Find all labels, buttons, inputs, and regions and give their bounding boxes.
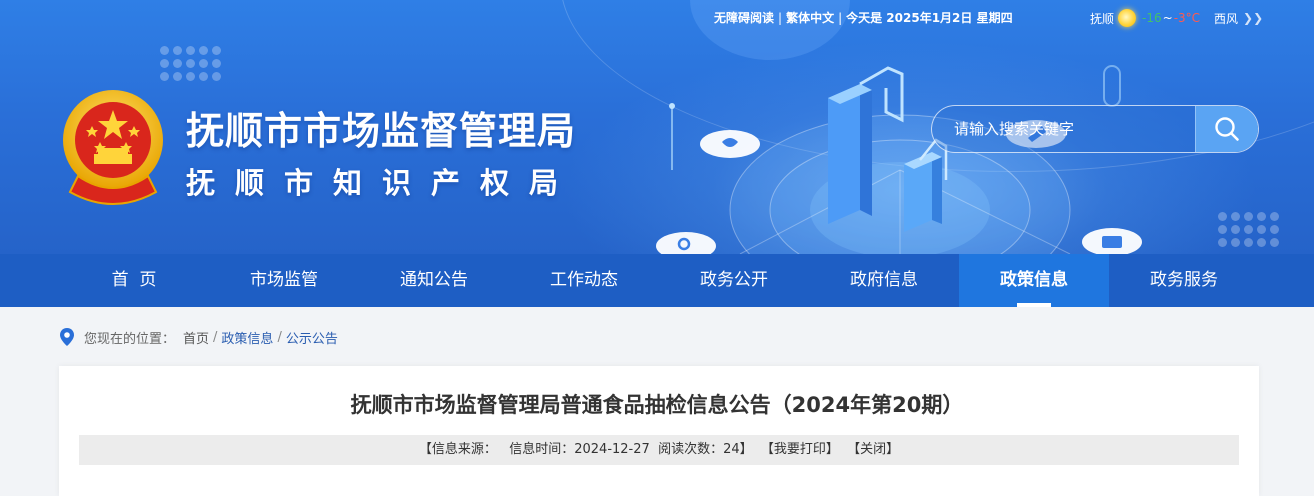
decorative-dots [1218,212,1279,247]
search-input[interactable] [932,106,1195,152]
nav-item-government-services[interactable]: 政务服务 [1109,254,1259,307]
main-nav: 首 页 市场监管 通知公告 工作动态 政务公开 政府信息 政策信息 政务服务 [0,254,1314,307]
breadcrumb-public-notice[interactable]: 公示公告 [286,328,338,347]
chevron-right-icon: ❯❯ [1243,11,1264,25]
temp-separator: ~ [1162,11,1173,25]
article-card [59,366,1259,496]
sun-icon [1118,9,1137,27]
breadcrumb-home[interactable]: 首页 [183,328,209,347]
nav-item-home[interactable]: 首 页 [59,254,209,307]
weather-city: 抚顺 [1090,11,1115,26]
decorative-illustration [656,65,1142,254]
site-title: 抚顺市市场监督管理局 [186,109,577,153]
location-pin-icon [60,328,74,346]
info-time: 信息时间：2024-12-27 [509,442,650,457]
temp-high: -3°C [1173,11,1201,25]
search-icon [1215,117,1239,141]
nav-item-market-supervision[interactable]: 市场监管 [209,254,359,307]
header-banner: 无障碍阅读 | 繁体中文 | 今天是 2025年1月2日 星期四 抚顺 -16 ~ -3°C… [0,0,1314,254]
article-title: 抚顺市市场监督管理局普通食品抽检信息公告（2024年第20期） [350,393,964,417]
site-subtitle: 抚顺市知识产权局 [186,166,579,200]
search-box [931,105,1259,153]
top-utility-bar: 无障碍阅读 | 繁体中文 | 今天是 2025年1月2日 星期四 [714,11,1013,25]
accessibility-link[interactable]: 无障碍阅读 [714,11,774,25]
today-date: 今天是 2025年1月2日 星期四 [846,11,1013,25]
close-button[interactable]: 【关闭】 [847,442,899,457]
breadcrumb: 您现在的位置： 首页 / 政策信息 / 公示公告 [60,326,338,348]
nav-item-government-info[interactable]: 政府信息 [809,254,959,307]
temp-low: -16 [1142,11,1162,25]
weather-widget[interactable]: 抚顺 -16 ~ -3°C 西风 ❯❯ [1090,9,1263,27]
wind-direction: 西风 [1214,11,1239,26]
nav-item-notices[interactable]: 通知公告 [359,254,509,307]
print-button[interactable]: 【我要打印】 [761,442,839,457]
view-count: 阅读次数：24】 [658,442,753,457]
decorative-dots [160,46,221,81]
breadcrumb-policy-info[interactable]: 政策信息 [221,328,273,347]
national-emblem-icon [63,90,163,205]
article-meta-bar: 【信息来源： 信息时间：2024-12-27 阅读次数：24】 【我要打印】 【… [79,435,1239,465]
info-source: 【信息来源： [418,442,497,457]
nav-item-policy-info[interactable]: 政策信息 [959,254,1109,307]
breadcrumb-prefix: 您现在的位置： [84,331,176,347]
traditional-chinese-link[interactable]: 繁体中文 [786,11,834,25]
nav-item-government-affairs[interactable]: 政务公开 [659,254,809,307]
search-button[interactable] [1195,106,1258,152]
nav-item-work-news[interactable]: 工作动态 [509,254,659,307]
